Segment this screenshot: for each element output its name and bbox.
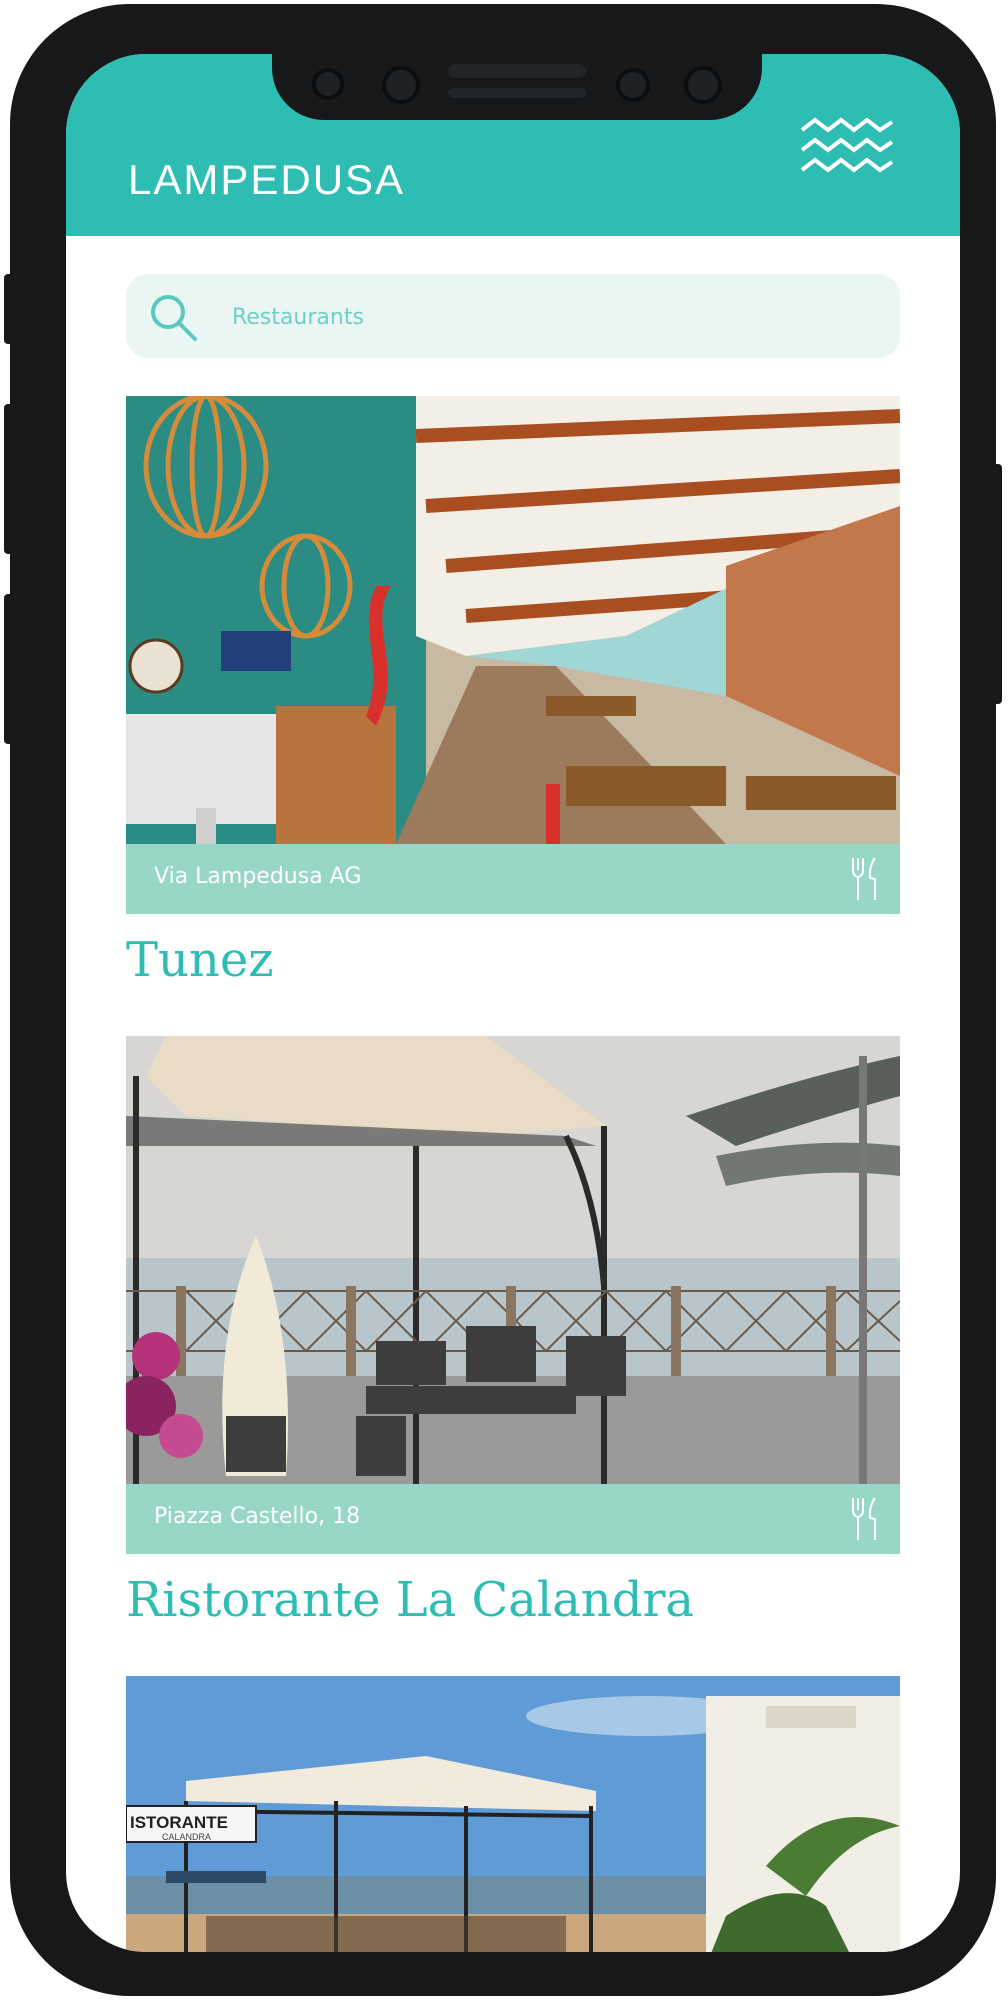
speaker-grille-lower — [448, 88, 586, 98]
notch — [272, 44, 762, 120]
mute-switch — [4, 274, 14, 344]
restaurant-name[interactable]: Ristorante La Calandra — [126, 1572, 694, 1628]
phone-frame: LAMPEDUSA Restaurants Via Lampedusa AG T… — [4, 4, 1002, 1996]
sensor — [312, 68, 344, 100]
search-input[interactable] — [230, 296, 834, 338]
front-camera — [382, 66, 420, 104]
screen: LAMPEDUSA Restaurants Via Lampedusa AG T… — [66, 54, 960, 1952]
speaker-grille — [448, 64, 586, 78]
waves-menu-icon[interactable] — [800, 116, 894, 188]
logo-wordmark: LAMPEDUSA — [128, 156, 405, 203]
fork-knife-icon — [852, 1497, 876, 1540]
power-button — [992, 464, 1002, 704]
volume-down-button — [4, 594, 14, 744]
restaurant-photo[interactable] — [126, 396, 900, 844]
app-logo: LAMPEDUSA — [128, 156, 418, 210]
restaurant-exterior-image: ISTORANTE CALANDRA — [126, 1676, 900, 1952]
restaurant-photo[interactable] — [126, 1036, 900, 1484]
sensor — [616, 68, 650, 102]
search-icon — [151, 295, 197, 341]
address-bar: Piazza Castello, 18 — [126, 1484, 900, 1554]
restaurant-interior-image — [126, 396, 900, 844]
search-bar[interactable] — [126, 274, 900, 358]
restaurant-terrace-image — [126, 1036, 900, 1484]
svg-text:LAMPEDUSA: LAMPEDUSA — [128, 158, 405, 200]
address-bar: Via Lampedusa AG — [126, 844, 900, 914]
restaurant-sign-text: ISTORANTE — [130, 1813, 228, 1832]
restaurant-sign-subtext: CALANDRA — [162, 1832, 211, 1842]
restaurant-photo[interactable]: ISTORANTE CALANDRA — [126, 1676, 900, 1952]
volume-up-button — [4, 404, 14, 554]
restaurant-name[interactable]: Tunez — [126, 932, 274, 988]
sensor — [684, 66, 722, 104]
restaurant-address: Piazza Castello, 18 — [154, 1504, 361, 1529]
fork-knife-icon — [852, 857, 876, 900]
restaurant-address: Via Lampedusa AG — [154, 864, 362, 889]
